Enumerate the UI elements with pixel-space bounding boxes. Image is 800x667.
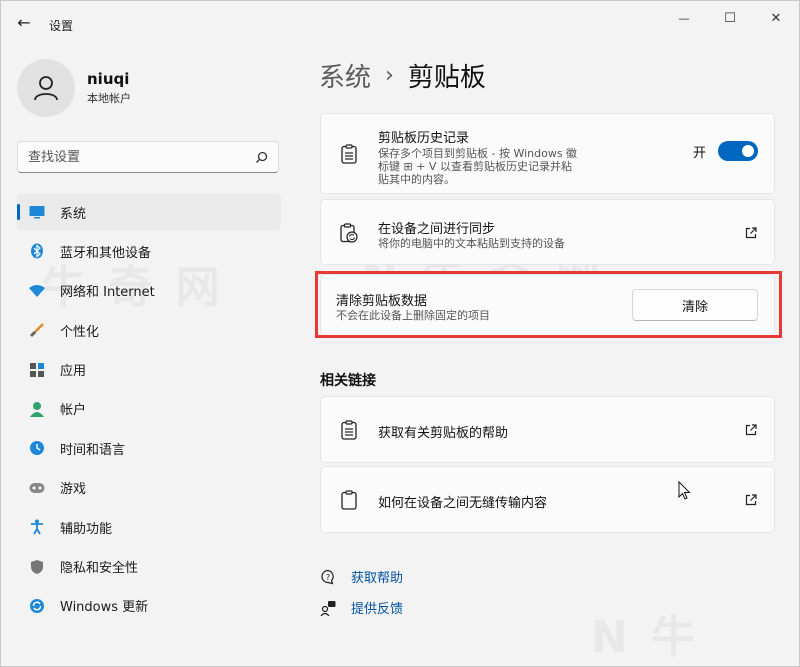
close-icon: ✕	[770, 10, 782, 26]
sidebar-item-accessibility[interactable]: 辅助功能	[17, 509, 281, 545]
clear-clipboard-title: 清除剪贴板数据	[336, 294, 428, 309]
minimize-icon: —	[678, 11, 690, 25]
related-link-clipboard-help[interactable]: 获取有关剪贴板的帮助	[320, 396, 775, 463]
maximize-button[interactable]: ☐	[707, 1, 753, 35]
user-profile[interactable]: niuqi 本地帐户	[17, 59, 131, 117]
clipboard-history-title: 剪贴板历史记录	[378, 131, 470, 146]
apps-icon	[29, 362, 45, 378]
sidebar-item-gaming[interactable]: 游戏	[17, 470, 281, 506]
feedback-label: 提供反馈	[351, 602, 404, 617]
account-type: 本地帐户	[87, 92, 131, 105]
title-bar: ← 设置 — ☐ ✕	[1, 1, 799, 41]
window-controls: — ☐ ✕	[661, 1, 799, 35]
personalization-icon	[29, 322, 45, 338]
search-input[interactable]	[28, 149, 255, 165]
user-icon	[34, 76, 58, 101]
back-arrow-icon: ←	[17, 12, 31, 32]
sidebar-item-privacy[interactable]: 隐私和安全性	[17, 549, 281, 585]
sidebar-item-network[interactable]: 网络和 Internet	[17, 273, 281, 309]
system-icon	[29, 204, 45, 220]
clipboard-history-toggle-group: 开	[693, 141, 758, 161]
page-title: 剪贴板	[407, 63, 486, 93]
sidebar-item-label: 隐私和安全性	[60, 561, 139, 577]
external-link-icon	[744, 423, 758, 437]
windows-update-icon	[29, 598, 45, 614]
time-language-icon	[29, 440, 45, 456]
clipboard-history-card: 剪贴板历史记录 保存多个项目到剪贴板 - 按 Windows 徽 标键 ⊞ + …	[320, 113, 775, 194]
toggle-state-label: 开	[692, 145, 706, 161]
back-button[interactable]: ←	[11, 9, 37, 35]
help-chat-icon: ?	[319, 568, 337, 586]
sidebar-item-bluetooth[interactable]: 蓝牙和其他设备	[17, 233, 281, 269]
sidebar-item-label: 网络和 Internet	[60, 285, 155, 301]
external-link-icon	[744, 493, 758, 507]
sync-across-devices-card[interactable]: 在设备之间进行同步 将你的电脑中的文本粘贴到支持的设备	[320, 199, 775, 265]
feedback-link[interactable]: 提供反馈	[319, 598, 403, 617]
close-button[interactable]: ✕	[753, 1, 799, 35]
sidebar-item-label: 个性化	[60, 324, 100, 340]
accessibility-icon	[29, 519, 45, 535]
breadcrumb: 系统 › 剪贴板	[319, 57, 486, 94]
sidebar-item-time-language[interactable]: 时间和语言	[17, 430, 281, 466]
watermark: N 牛	[591, 601, 699, 665]
clipboard-icon	[339, 490, 359, 510]
sidebar-nav: 系统 蓝牙和其他设备 网络和 Internet 个性化 应用 帐户 时间和语言 …	[17, 194, 281, 627]
clipboard-history-desc-line3: 贴其中的内容。	[378, 173, 455, 186]
sidebar-item-label: 辅助功能	[60, 521, 113, 537]
external-link-icon	[744, 226, 758, 240]
get-help-link[interactable]: ? 获取帮助	[319, 567, 403, 586]
minimize-button[interactable]: —	[661, 1, 707, 35]
sidebar-item-label: Windows 更新	[60, 600, 149, 616]
sidebar-item-apps[interactable]: 应用	[17, 352, 281, 388]
breadcrumb-parent[interactable]: 系统	[319, 57, 371, 94]
clipboard-list-icon	[339, 420, 359, 440]
username: niuqi	[87, 70, 130, 88]
svg-text:?: ?	[326, 573, 330, 582]
sidebar-item-system[interactable]: 系统	[17, 194, 281, 230]
clear-button[interactable]: 清除	[632, 289, 758, 321]
sidebar-item-personalization[interactable]: 个性化	[17, 312, 281, 348]
sidebar-item-accounts[interactable]: 帐户	[17, 391, 281, 427]
related-links-header: 相关链接	[320, 373, 376, 389]
clipboard-list-icon	[339, 144, 359, 164]
maximize-icon: ☐	[724, 10, 736, 26]
sidebar-item-label: 系统	[60, 206, 87, 222]
sidebar-item-label: 应用	[60, 364, 87, 380]
sidebar-item-label: 帐户	[60, 403, 87, 419]
avatar	[17, 59, 75, 117]
sync-title: 在设备之间进行同步	[378, 222, 496, 237]
breadcrumb-separator: ›	[385, 63, 394, 88]
search-icon	[256, 151, 268, 163]
network-icon	[29, 283, 45, 299]
get-help-label: 获取帮助	[351, 571, 404, 586]
clipboard-history-toggle[interactable]	[718, 141, 758, 161]
sidebar-item-label: 游戏	[60, 482, 87, 498]
mouse-cursor-icon	[678, 481, 691, 500]
clear-clipboard-desc: 不会在此设备上删除固定的项目	[336, 309, 490, 322]
privacy-icon	[29, 559, 45, 575]
sidebar-item-label: 时间和语言	[60, 442, 126, 458]
account-icon	[29, 401, 45, 417]
sidebar-item-label: 蓝牙和其他设备	[60, 245, 152, 261]
related-link-label: 获取有关剪贴板的帮助	[378, 426, 509, 441]
window-title: 设置	[49, 19, 74, 33]
related-link-transfer-content[interactable]: 如何在设备之间无缝传输内容	[320, 466, 775, 533]
feedback-icon	[319, 599, 337, 617]
gaming-icon	[29, 480, 45, 496]
clipboard-sync-icon	[339, 223, 359, 243]
sync-desc: 将你的电脑中的文本粘贴到支持的设备	[378, 237, 565, 250]
bluetooth-icon	[29, 243, 45, 259]
related-link-label: 如何在设备之间无缝传输内容	[378, 496, 548, 511]
sidebar-item-windows-update[interactable]: Windows 更新	[17, 588, 281, 624]
search-box[interactable]	[17, 141, 279, 173]
clear-clipboard-card: 清除剪贴板数据 不会在此设备上删除固定的项目 清除	[320, 274, 775, 336]
